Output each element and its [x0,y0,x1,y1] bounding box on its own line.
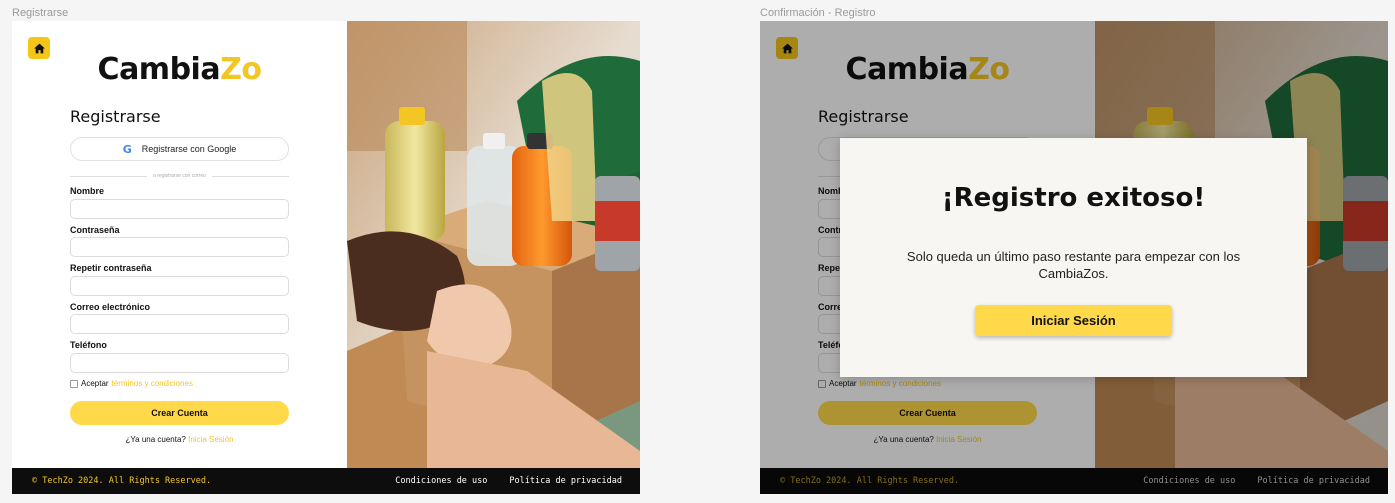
google-signup-label: Registrarse con Google [141,144,237,154]
email-field[interactable] [70,314,289,334]
copyright-text: © TechZo 2024. All Rights Reserved. [32,476,212,486]
phone-field[interactable] [70,353,289,373]
cambiazo-logo[interactable]: CambiaZo [12,52,347,87]
terms-link[interactable]: términos y condiciones [112,379,193,388]
terms-row: Aceptar términos y condiciones [70,379,193,388]
site-footer: © TechZo 2024. All Rights Reserved. Cond… [12,468,640,494]
email-label: Correo electrónico [70,302,151,312]
register-screen: CambiaZo Registrarse G Registrarse con G… [12,21,640,494]
privacy-policy-link[interactable]: Política de privacidad [509,476,622,486]
terms-checkbox[interactable] [70,379,78,388]
success-modal: ¡Registro exitoso! Solo queda un último … [840,138,1307,377]
modal-title: ¡Registro exitoso! [941,183,1206,213]
name-field[interactable] [70,199,289,219]
frame-label-register: Registrarse [12,7,69,19]
confirmation-screen: CambiaZo Registrarse G Registrarse con G… [760,21,1388,494]
footer-backdrop [760,468,1388,494]
phone-label: Teléfono [70,340,107,350]
password-field[interactable] [70,237,289,257]
password-label: Contraseña [70,225,120,235]
repeat-password-label: Repetir contraseña [70,263,152,273]
register-form-pane: CambiaZo Registrarse G Registrarse con G… [12,21,347,468]
email-divider: o registrarse con correo [70,171,289,181]
frame-label-confirmation: Confirmación - Registro [760,7,876,19]
login-link[interactable]: Inicia Sesión [188,435,233,444]
name-label: Nombre [70,186,105,196]
hero-photo [347,21,640,468]
terms-of-use-link[interactable]: Condiciones de uso [395,476,487,486]
repeat-password-field[interactable] [70,276,289,296]
login-button[interactable]: Iniciar Sesión [975,305,1172,336]
modal-message: Solo queda un último paso restante para … [906,249,1241,281]
page-title: Registrarse [70,107,161,126]
login-prompt: ¿Ya una cuenta? Inicia Sesión [125,435,234,444]
create-account-button[interactable]: Crear Cuenta [70,401,289,425]
google-icon: G [122,142,132,156]
google-signup-button[interactable]: G Registrarse con Google [70,137,289,161]
food-donation-image [347,21,640,468]
